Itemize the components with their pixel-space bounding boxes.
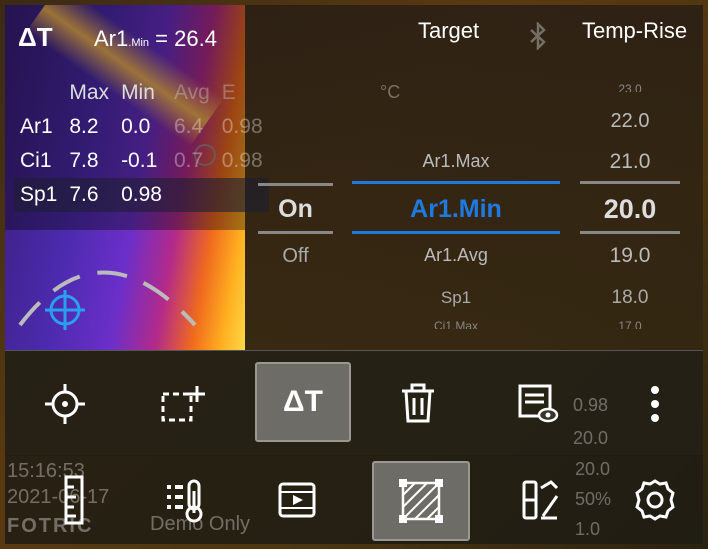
temp-option[interactable]: 21.0 (580, 150, 680, 174)
compare-edit-icon (522, 480, 558, 520)
ruler-button[interactable] (45, 465, 100, 535)
crosshair-icon (45, 383, 85, 424)
toggle-off[interactable]: Off (258, 245, 333, 268)
bluetooth-icon (530, 22, 546, 50)
add-area-button[interactable] (150, 371, 215, 436)
table-row: Ci1 7.8 -0.1 0.7 0.98 (20, 149, 263, 172)
temp-option[interactable]: 22.0 (580, 110, 680, 133)
table-row: Sp1 7.6 0.98 (14, 178, 269, 212)
view-list-icon (518, 384, 559, 422)
gear-icon (635, 479, 675, 521)
col-avg: Avg (173, 81, 210, 104)
measurement-table: Max Min Avg E Ar1 8.2 0.0 6.4 0.98 Ci1 7.8 -0… (14, 76, 269, 212)
target-selected[interactable]: Ar1.Min (352, 195, 560, 224)
palette-button[interactable] (155, 465, 215, 535)
delta-t-tool-icon: ΔT (283, 385, 323, 418)
table-row: Ar1 8.2 0.0 6.4 0.98 (20, 115, 263, 138)
delta-t-button[interactable]: ΔT (255, 362, 351, 442)
target-option[interactable]: Ar1.Avg (352, 245, 560, 266)
video-icon (278, 482, 316, 518)
trash-icon (402, 383, 434, 422)
ruler-icon (64, 475, 83, 525)
more-menu-button[interactable] (635, 371, 675, 436)
area-fill-button[interactable] (372, 461, 470, 541)
hatched-area-icon (399, 479, 443, 523)
add-area-icon (161, 385, 205, 421)
target-option[interactable]: Ar1.Max (352, 151, 560, 172)
temp-option[interactable]: 23.0 (580, 82, 680, 92)
target-header: Target (418, 18, 480, 43)
toolbar-bottom: 15:16:53 2021-06-17 FOTRIC Demo Only 20.… (5, 455, 703, 544)
target-option[interactable]: Sp1 (352, 288, 560, 308)
col-e: E (221, 81, 236, 104)
compare-button[interactable] (513, 465, 568, 535)
measure-title: Ar1.Min = 26.4 (94, 26, 217, 51)
thermal-camera-screen: ΔT Ar1.Min = 26.4 Target Temp-Rise °C Ma… (0, 0, 708, 549)
video-button[interactable] (267, 465, 327, 535)
view-button[interactable] (508, 371, 568, 436)
crosshair-button[interactable] (35, 371, 95, 436)
col-min: Min (121, 81, 155, 104)
thermometer-palette-icon (167, 479, 203, 523)
temp-option[interactable]: 18.0 (580, 287, 680, 309)
col-max: Max (69, 81, 110, 104)
delete-button[interactable] (388, 371, 448, 436)
temp-option[interactable]: 17.0 (580, 319, 680, 329)
more-vertical-icon (651, 385, 659, 422)
target-option[interactable]: Ci1.Max (352, 319, 560, 329)
toggle-on[interactable]: On (258, 195, 333, 224)
delta-t-icon: ΔT (18, 22, 53, 52)
temp-option[interactable]: 19.0 (580, 244, 680, 268)
settings-button[interactable] (625, 465, 685, 535)
temp-selected[interactable]: 20.0 (580, 194, 680, 225)
temp-rise-header: Temp-Rise (582, 18, 688, 43)
unit-label: °C (380, 82, 401, 102)
